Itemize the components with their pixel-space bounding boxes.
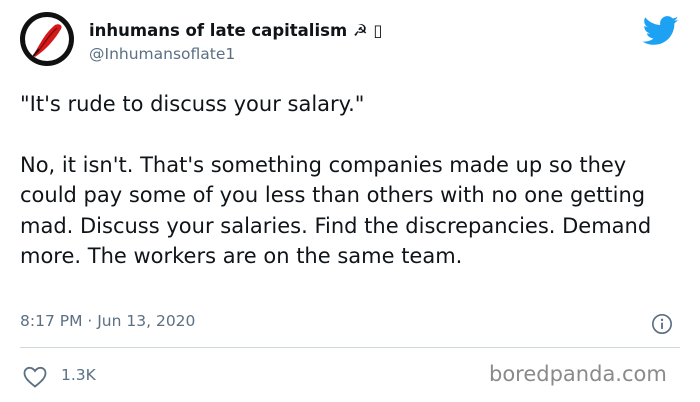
user-handle[interactable]: @Inhumansoflate1 <box>89 45 235 63</box>
feather-icon <box>25 17 69 61</box>
avatar[interactable] <box>20 12 74 66</box>
tweet-text: "It's rude to discuss your salary." No, … <box>20 89 685 272</box>
display-name[interactable]: inhumans of late capitalism ☭ ▯ <box>89 21 383 40</box>
divider <box>20 347 680 348</box>
heart-icon[interactable] <box>23 366 47 388</box>
watermark: boredpanda.com <box>489 362 667 386</box>
tweet-timestamp[interactable]: 8:17 PM · Jun 13, 2020 <box>20 312 195 330</box>
twitter-bird-icon[interactable] <box>643 16 679 46</box>
tweet-paragraph-quote: "It's rude to discuss your salary." <box>20 92 365 116</box>
info-icon[interactable] <box>651 313 673 335</box>
like-count: 1.3K <box>61 366 96 384</box>
tweet-paragraph-body: No, it isn't. That's something companies… <box>20 152 652 269</box>
